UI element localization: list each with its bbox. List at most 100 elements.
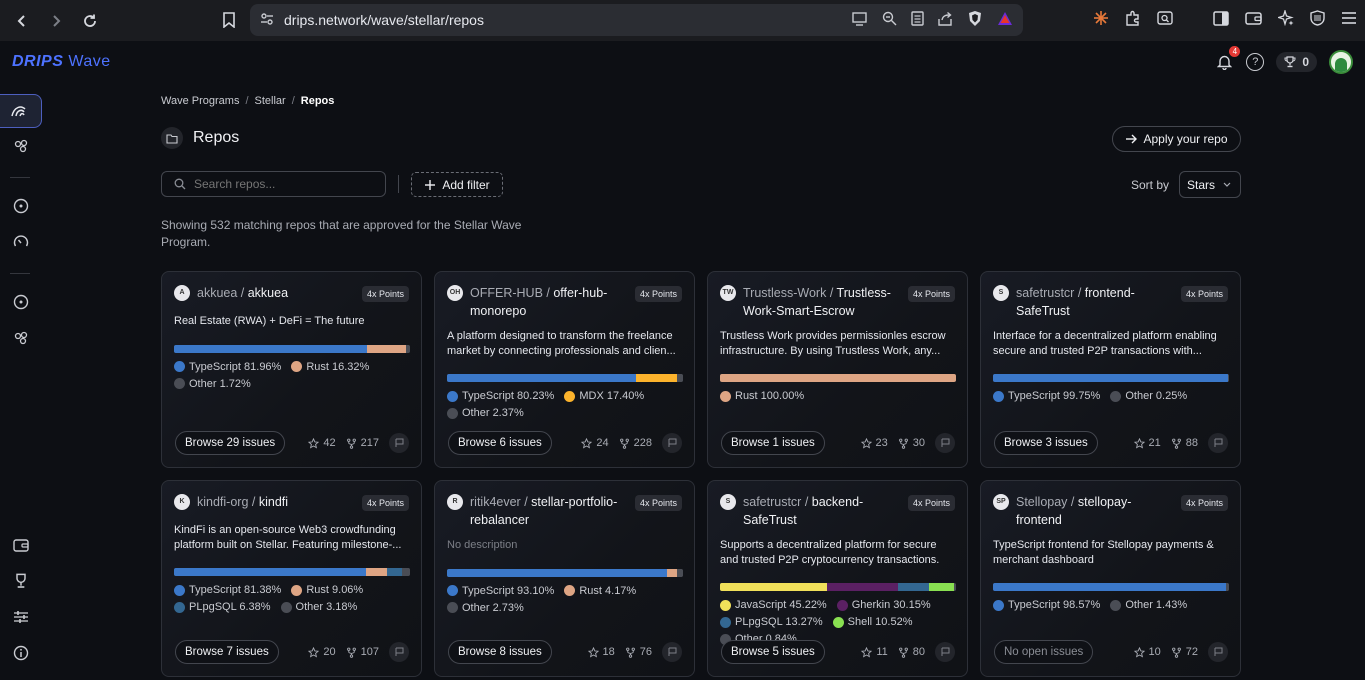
apply-repo-button[interactable]: Apply your repo xyxy=(1112,126,1241,152)
wallet-icon[interactable] xyxy=(1245,11,1262,29)
flag-icon[interactable] xyxy=(662,642,682,662)
flag-icon[interactable] xyxy=(389,433,409,453)
drips-wave-logo[interactable]: DRIPS Wave xyxy=(12,53,111,71)
sidebar-item-explore[interactable] xyxy=(0,189,42,223)
breadcrumb-stellar[interactable]: Stellar xyxy=(255,95,286,107)
repo-card[interactable]: R ritik4ever / stellar-portfolio-rebalan… xyxy=(434,480,695,677)
extension-sun-icon[interactable] xyxy=(1093,10,1109,29)
browse-issues-button[interactable]: Browse 3 issues xyxy=(994,431,1098,455)
repo-title[interactable]: R ritik4ever / stellar-portfolio-rebalan… xyxy=(447,493,627,529)
repo-card[interactable]: K kindfi-org / kindfi 4x Points KindFi i… xyxy=(161,480,422,677)
stars-count: 23 xyxy=(875,437,888,449)
language-legend: TypeScript 81.38% Rust 9.06% PLpgSQL 6.38%… xyxy=(174,584,410,613)
browse-issues-button[interactable]: Browse 1 issues xyxy=(721,431,825,455)
sidebar-item-explore-2[interactable] xyxy=(0,285,42,319)
add-filter-button[interactable]: Add filter xyxy=(411,172,503,197)
stars-stat: 20 xyxy=(308,646,336,658)
fork-icon xyxy=(1171,438,1181,449)
search-input[interactable] xyxy=(194,177,374,191)
language-segment-rust xyxy=(720,374,956,382)
repo-stats: 18 76 xyxy=(587,642,682,662)
user-avatar[interactable] xyxy=(1329,50,1353,74)
repo-card[interactable]: SP Stellopay / stellopay-frontend 4x Poi… xyxy=(980,480,1241,677)
compass-icon xyxy=(13,294,29,310)
repo-card[interactable]: OH OFFER-HUB / offer-hub-monorepo 4x Poi… xyxy=(434,271,695,468)
repo-owner: akkuea xyxy=(197,286,238,300)
repo-card[interactable]: S safetrustcr / frontend-SafeTrust 4x Po… xyxy=(980,271,1241,468)
zoom-icon[interactable] xyxy=(882,11,897,29)
flag-icon[interactable] xyxy=(662,433,682,453)
flag-icon[interactable] xyxy=(389,642,409,662)
sidebar-item-leaderboard[interactable] xyxy=(0,564,42,598)
extension-search-icon[interactable] xyxy=(1157,10,1173,29)
bookmark-icon[interactable] xyxy=(219,10,239,30)
points-badge[interactable]: 0 xyxy=(1276,52,1317,72)
repo-title[interactable]: S safetrustcr / frontend-SafeTrust xyxy=(993,284,1173,320)
reader-mode-icon[interactable] xyxy=(911,11,924,29)
vpn-shield-icon[interactable] xyxy=(1310,10,1325,29)
repo-description: Supports a decentralized platform for se… xyxy=(720,539,940,566)
fork-icon xyxy=(346,438,356,449)
sidebar-item-community[interactable] xyxy=(0,129,42,163)
sidebar-item-wallet[interactable] xyxy=(0,528,42,562)
sidebar-item-dashboard[interactable] xyxy=(0,225,42,259)
repo-title[interactable]: S safetrustcr / backend-SafeTrust xyxy=(720,493,900,529)
repo-title[interactable]: SP Stellopay / stellopay-frontend xyxy=(993,493,1173,529)
star-icon xyxy=(1133,646,1145,658)
points-badge: 4x Points xyxy=(907,286,955,302)
share-icon[interactable] xyxy=(938,11,953,29)
reload-icon[interactable] xyxy=(80,11,100,31)
menu-icon[interactable] xyxy=(1341,11,1357,28)
cast-icon[interactable] xyxy=(852,11,868,29)
sort-select[interactable]: Stars xyxy=(1179,171,1241,198)
language-label: PLpgSQL 6.38% xyxy=(189,601,271,613)
repo-card[interactable]: TW Trustless-Work / Trustless-Work-Smart… xyxy=(707,271,968,468)
search-repos-field[interactable] xyxy=(161,171,386,197)
flag-icon[interactable] xyxy=(1208,642,1228,662)
site-settings-icon[interactable] xyxy=(260,12,274,29)
language-dot xyxy=(564,390,576,402)
language-dot xyxy=(291,584,303,596)
sidebar-item-settings[interactable] xyxy=(0,600,42,634)
browse-issues-button[interactable]: Browse 6 issues xyxy=(448,431,552,455)
browse-issues-button[interactable]: Browse 7 issues xyxy=(175,640,279,664)
browse-issues-button[interactable]: Browse 5 issues xyxy=(721,640,825,664)
repo-title[interactable]: A akkuea / akkuea xyxy=(174,284,354,302)
forward-icon[interactable] xyxy=(46,11,66,31)
browse-issues-button[interactable]: Browse 8 issues xyxy=(448,640,552,664)
brave-shields-icon[interactable] xyxy=(967,10,983,30)
repo-title[interactable]: K kindfi-org / kindfi xyxy=(174,493,354,511)
browse-issues-button[interactable]: Browse 29 issues xyxy=(175,431,286,455)
brave-rewards-icon[interactable] xyxy=(997,11,1013,29)
language-item: Rust 16.32% xyxy=(291,361,369,373)
forks-count: 88 xyxy=(1185,437,1198,449)
sidebar-item-community-2[interactable] xyxy=(0,321,42,355)
sidebar-toggle-icon[interactable] xyxy=(1213,10,1229,29)
leo-ai-icon[interactable] xyxy=(1276,8,1294,29)
back-icon[interactable] xyxy=(12,11,32,31)
extensions-puzzle-icon[interactable] xyxy=(1125,10,1141,29)
sidebar-item-wave[interactable] xyxy=(0,94,42,128)
repo-title[interactable]: TW Trustless-Work / Trustless-Work-Smart… xyxy=(720,284,900,320)
breadcrumb-wave-programs[interactable]: Wave Programs xyxy=(161,95,239,107)
page-header: Repos xyxy=(161,127,239,149)
flag-icon[interactable] xyxy=(1208,433,1228,453)
repo-owner: safetrustcr xyxy=(743,495,802,509)
address-bar[interactable]: drips.network/wave/stellar/repos xyxy=(250,4,1023,36)
language-dot xyxy=(291,361,303,372)
repo-title[interactable]: OH OFFER-HUB / offer-hub-monorepo xyxy=(447,284,627,320)
sidebar-item-info[interactable] xyxy=(0,636,42,670)
breadcrumb-repos: Repos xyxy=(300,95,335,107)
flag-icon[interactable] xyxy=(935,642,955,662)
stars-stat: 18 xyxy=(587,646,615,658)
repo-card[interactable]: A akkuea / akkuea 4x Points Real Estate … xyxy=(161,271,422,468)
repo-card[interactable]: S safetrustcr / backend-SafeTrust 4x Poi… xyxy=(707,480,968,677)
language-item: Other 1.72% xyxy=(174,378,251,390)
help-icon[interactable]: ? xyxy=(1246,53,1265,71)
language-legend: TypeScript 81.96% Rust 16.32% Other 1.72% xyxy=(174,361,410,390)
language-dot xyxy=(174,378,185,389)
flag-icon[interactable] xyxy=(935,433,955,453)
language-segment-other xyxy=(1225,583,1229,591)
notifications-button[interactable]: 4 xyxy=(1214,46,1241,72)
forks-stat: 72 xyxy=(1171,646,1198,658)
